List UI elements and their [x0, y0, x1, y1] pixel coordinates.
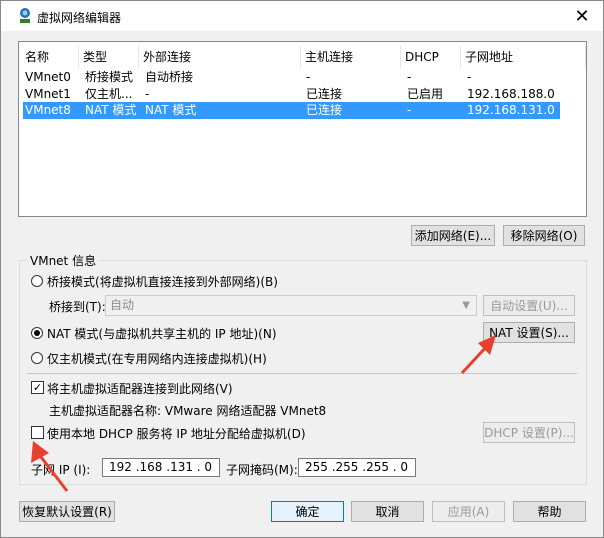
- cell-host: 已连接: [306, 103, 343, 117]
- subnet-mask-input[interactable]: 255 .255 .255 . 0: [298, 458, 416, 477]
- table-row[interactable]: VMnet0 桥接模式 自动桥接 - - -: [23, 69, 560, 86]
- cell-external: -: [145, 87, 150, 101]
- table-row-selected[interactable]: VMnet8 NAT 模式 NAT 模式 已连接 - 192.168.131.0: [23, 102, 560, 119]
- cell-subnet: 192.168.188.0: [467, 87, 555, 101]
- restore-defaults-button[interactable]: 恢复默认设置(R): [19, 501, 115, 522]
- adapter-name-text: 主机虚拟适配器名称: VMware 网络适配器 VMnet8: [49, 404, 327, 418]
- ok-button[interactable]: 确定: [271, 501, 344, 522]
- use-dhcp-label[interactable]: 使用本地 DHCP 服务将 IP 地址分配给虚拟机(D): [47, 425, 306, 442]
- host-only-radio[interactable]: [31, 352, 43, 364]
- dhcp-settings-button[interactable]: DHCP 设置(P)...: [483, 422, 575, 443]
- use-dhcp-checkbox[interactable]: [31, 426, 44, 439]
- cell-external: 自动桥接: [145, 70, 194, 84]
- column-header-type[interactable]: 类型: [79, 46, 139, 68]
- bridge-mode-radio[interactable]: [31, 275, 43, 287]
- chevron-down-icon: ▼: [462, 300, 470, 311]
- subnet-mask-label: 子网掩码(M):: [226, 463, 298, 477]
- remove-network-button[interactable]: 移除网络(O): [503, 225, 585, 246]
- cell-type: 桥接模式: [85, 70, 134, 84]
- cell-external: NAT 模式: [145, 103, 197, 117]
- cell-type: 仅主机...: [85, 87, 133, 101]
- title-bar: 虚拟网络编辑器 ✕: [1, 1, 603, 31]
- cell-subnet: 192.168.131.0: [467, 103, 555, 117]
- annotation-arrow-icon: [31, 441, 69, 492]
- help-button[interactable]: 帮助: [513, 501, 586, 522]
- column-header-subnet[interactable]: 子网地址: [461, 46, 586, 68]
- connect-adapter-checkbox[interactable]: ✓: [31, 381, 44, 394]
- cell-name: VMnet8: [25, 103, 71, 117]
- subnet-ip-input[interactable]: 192 .168 .131 . 0: [102, 458, 220, 477]
- auto-settings-button[interactable]: 自动设置(U)...: [483, 295, 575, 316]
- connect-adapter-label[interactable]: 将主机虚拟适配器连接到此网络(V): [47, 380, 233, 397]
- cell-subnet: -: [467, 70, 472, 84]
- window-title: 虚拟网络编辑器: [37, 11, 122, 25]
- cell-host: -: [306, 70, 311, 84]
- nat-mode-label[interactable]: NAT 模式(与虚拟机共享主机的 IP 地址)(N): [47, 325, 277, 342]
- add-network-button[interactable]: 添加网络(E)...: [411, 225, 495, 246]
- host-only-label[interactable]: 仅主机模式(在专用网络内连接虚拟机)(H): [47, 350, 267, 367]
- cell-dhcp: -: [407, 70, 412, 84]
- column-header-dhcp[interactable]: DHCP: [401, 46, 461, 68]
- cell-name: VMnet1: [25, 87, 71, 101]
- bridge-mode-label[interactable]: 桥接模式(将虚拟机直接连接到外部网络)(B): [47, 273, 278, 290]
- bridge-to-label: 桥接到(T):: [49, 300, 106, 314]
- close-button[interactable]: ✕: [567, 4, 597, 28]
- apply-button[interactable]: 应用(A): [432, 501, 505, 522]
- column-header-host[interactable]: 主机连接: [301, 46, 401, 68]
- cell-host: 已连接: [306, 87, 343, 101]
- bridge-to-select[interactable]: 自动 ▼: [105, 295, 477, 316]
- close-icon: ✕: [574, 5, 590, 27]
- network-list[interactable]: 名称 类型 外部连接 主机连接 DHCP 子网地址 VMnet0 桥接模式 自动…: [18, 41, 587, 217]
- vmware-network-icon: [20, 8, 30, 23]
- column-header-external[interactable]: 外部连接: [139, 46, 301, 68]
- virtual-network-editor-window: 虚拟网络编辑器 ✕ 名称 类型 外部连接 主机连接 DHCP 子网地址 VMne…: [0, 0, 604, 538]
- column-header-name[interactable]: 名称: [21, 46, 79, 68]
- cancel-button[interactable]: 取消: [351, 501, 424, 522]
- vmnet-info-title: VMnet 信息: [27, 252, 100, 269]
- cell-dhcp: -: [407, 103, 412, 117]
- nat-mode-radio[interactable]: [31, 327, 43, 339]
- table-row[interactable]: VMnet1 仅主机... - 已连接 已启用 192.168.188.0: [23, 86, 560, 103]
- cell-name: VMnet0: [25, 70, 71, 84]
- cell-type: NAT 模式: [85, 103, 137, 117]
- annotation-arrow-icon: [460, 335, 496, 375]
- cell-dhcp: 已启用: [407, 87, 444, 101]
- bridge-to-value: 自动: [110, 298, 135, 312]
